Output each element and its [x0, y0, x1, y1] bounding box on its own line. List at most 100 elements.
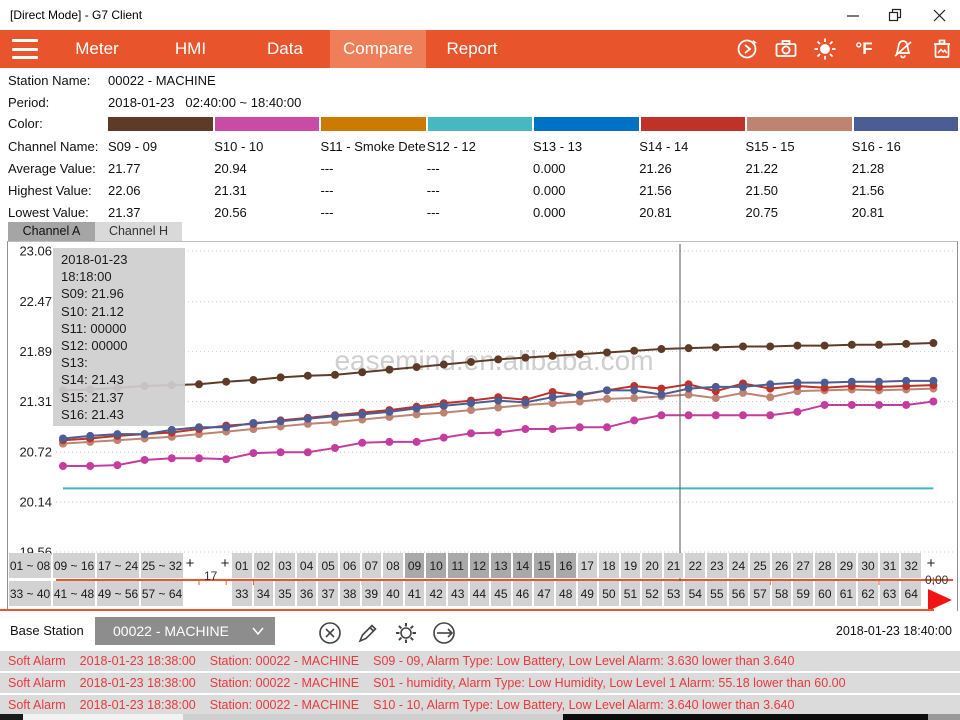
brightness-icon[interactable] — [813, 37, 837, 61]
channel-number-button[interactable]: 37 — [318, 581, 338, 606]
channel-number-button[interactable]: 13 — [491, 553, 511, 578]
channel-number-button[interactable]: 52 — [642, 581, 662, 606]
channel-number-button[interactable]: 50 — [599, 581, 619, 606]
channel-number-button[interactable]: 14 — [513, 553, 533, 578]
channel-range-button[interactable]: 09 ~ 16 — [53, 553, 95, 578]
channel-number-button[interactable]: 44 — [470, 581, 490, 606]
channel-number-button[interactable]: 03 — [275, 553, 295, 578]
alarm-row[interactable]: Soft Alarm2018-01-23 18:38:00Station: 00… — [0, 651, 960, 671]
channel-number-button[interactable]: 20 — [642, 553, 662, 578]
channel-number-button[interactable]: 05 — [318, 553, 338, 578]
channel-number-button[interactable]: 24 — [729, 553, 749, 578]
channel-number-button[interactable]: 41 — [405, 581, 425, 606]
channel-number-button[interactable]: 54 — [685, 581, 705, 606]
channel-range-button[interactable]: 25 ~ 32 — [141, 553, 183, 578]
channel-number-button[interactable]: 46 — [513, 581, 533, 606]
channel-number-button[interactable]: 36 — [297, 581, 317, 606]
camera-icon[interactable] — [774, 37, 798, 61]
channel-number-button[interactable]: 07 — [362, 553, 382, 578]
tab-channel-a[interactable]: Channel A — [8, 222, 95, 241]
channel-range-button[interactable]: 01 ~ 08 — [9, 553, 51, 578]
channel-number-button[interactable]: 59 — [793, 581, 813, 606]
channel-number-button[interactable]: 32 — [901, 553, 921, 578]
channel-number-button[interactable]: 34 — [254, 581, 274, 606]
channel-number-button[interactable]: 06 — [340, 553, 360, 578]
channel-number-button[interactable]: 02 — [254, 553, 274, 578]
channel-number-button[interactable]: 48 — [556, 581, 576, 606]
channel-number-button[interactable]: 09 — [405, 553, 425, 578]
alarm-row[interactable]: Soft Alarm2018-01-23 18:38:00Station: 00… — [0, 673, 960, 693]
channel-number-button[interactable]: 33 — [232, 581, 252, 606]
dismiss-icon[interactable] — [317, 620, 343, 646]
minimize-button[interactable] — [836, 0, 870, 30]
channel-number-button[interactable]: 10 — [426, 553, 446, 578]
channel-number-button[interactable]: 17 — [578, 553, 598, 578]
fahrenheit-icon[interactable]: °F — [852, 37, 876, 61]
channel-number-button[interactable]: 26 — [772, 553, 792, 578]
channel-number-button[interactable]: 25 — [750, 553, 770, 578]
tab-channel-h[interactable]: Channel H — [95, 222, 182, 241]
channel-number-button[interactable]: 47 — [534, 581, 554, 606]
channel-number-button[interactable]: 12 — [470, 553, 490, 578]
channel-number-button[interactable]: 21 — [664, 553, 684, 578]
nav-item-hmi[interactable]: HMI — [163, 30, 218, 68]
channel-number-button[interactable]: 19 — [621, 553, 641, 578]
channel-number-button[interactable]: 31 — [880, 553, 900, 578]
nav-item-compare[interactable]: Compare — [330, 30, 426, 68]
expand-grid-right-button[interactable]: + — [925, 556, 937, 572]
edit-pencil-icon[interactable] — [355, 620, 381, 646]
channel-range-button[interactable]: 41 ~ 48 — [53, 581, 95, 606]
channel-number-button[interactable]: 08 — [383, 553, 403, 578]
nav-item-data[interactable]: Data — [256, 30, 314, 68]
mute-bell-icon[interactable] — [891, 37, 915, 61]
alarm-row[interactable]: Soft Alarm2018-01-23 18:38:00Station: 00… — [0, 695, 960, 715]
go-arrow-icon[interactable] — [431, 620, 457, 646]
channel-number-button[interactable]: 64 — [901, 581, 921, 606]
channel-number-button[interactable]: 45 — [491, 581, 511, 606]
channel-number-button[interactable]: 62 — [858, 581, 878, 606]
scroll-right-arrow[interactable] — [928, 589, 952, 611]
base-station-dropdown[interactable]: 00022 - MACHINE — [95, 617, 275, 645]
channel-number-button[interactable]: 04 — [297, 553, 317, 578]
channel-number-button[interactable]: 38 — [340, 581, 360, 606]
channel-number-button[interactable]: 29 — [837, 553, 857, 578]
channel-range-button[interactable]: 33 ~ 40 — [9, 581, 51, 606]
channel-range-button[interactable]: 49 ~ 56 — [97, 581, 139, 606]
channel-number-button[interactable]: 56 — [729, 581, 749, 606]
channel-number-button[interactable]: 22 — [685, 553, 705, 578]
channel-range-button[interactable]: 57 ~ 64 — [141, 581, 183, 606]
channel-number-button[interactable]: 49 — [578, 581, 598, 606]
channel-number-button[interactable]: 57 — [750, 581, 770, 606]
channel-number-button[interactable]: 40 — [383, 581, 403, 606]
channel-number-button[interactable]: 30 — [858, 553, 878, 578]
channel-number-button[interactable]: 16 — [556, 553, 576, 578]
close-button[interactable] — [922, 0, 956, 30]
expand-left-button[interactable]: + — [184, 556, 196, 572]
menu-icon[interactable] — [12, 39, 38, 59]
channel-number-button[interactable]: 18 — [599, 553, 619, 578]
channel-number-button[interactable]: 51 — [621, 581, 641, 606]
settings-gear-icon[interactable] — [393, 620, 419, 646]
channel-number-button[interactable]: 55 — [707, 581, 727, 606]
channel-number-button[interactable]: 42 — [426, 581, 446, 606]
channel-number-button[interactable]: 43 — [448, 581, 468, 606]
channel-number-button[interactable]: 01 — [232, 553, 252, 578]
channel-number-button[interactable]: 63 — [880, 581, 900, 606]
channel-range-button[interactable]: 17 ~ 24 — [97, 553, 139, 578]
nav-item-meter[interactable]: Meter — [62, 30, 132, 68]
sync-icon[interactable] — [735, 37, 759, 61]
nav-item-report[interactable]: Report — [438, 30, 506, 68]
channel-number-button[interactable]: 35 — [275, 581, 295, 606]
channel-number-button[interactable]: 58 — [772, 581, 792, 606]
channel-number-button[interactable]: 23 — [707, 553, 727, 578]
channel-number-button[interactable]: 39 — [362, 581, 382, 606]
channel-number-button[interactable]: 60 — [815, 581, 835, 606]
channel-number-button[interactable]: 15 — [534, 553, 554, 578]
channel-number-button[interactable]: 61 — [837, 581, 857, 606]
restore-button[interactable] — [878, 0, 912, 30]
channel-number-button[interactable]: 11 — [448, 553, 468, 578]
channel-number-button[interactable]: 28 — [815, 553, 835, 578]
channel-number-button[interactable]: 53 — [664, 581, 684, 606]
trash-icon[interactable] — [930, 37, 954, 61]
expand-grid-left-button[interactable]: + — [219, 556, 231, 572]
